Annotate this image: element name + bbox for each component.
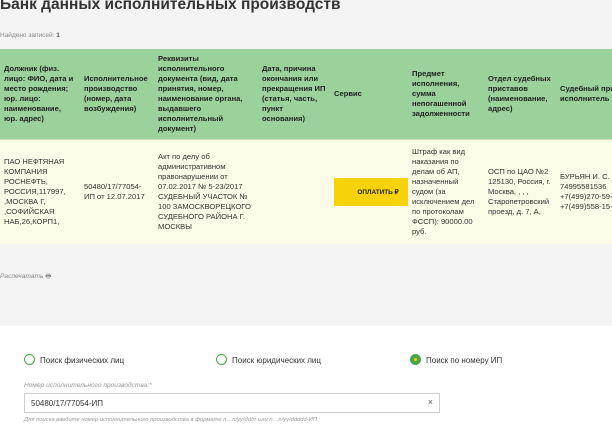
- cell-document: Акт по делу об административном правонар…: [154, 138, 258, 244]
- print-link[interactable]: Распечатать 🖶: [0, 272, 52, 283]
- records-found: Найдено записей: 1: [0, 32, 60, 39]
- close-icon[interactable]: ×: [428, 397, 433, 407]
- cell-proceeding: 50480/17/77054-ИП от 12.07.2017: [80, 138, 154, 244]
- cell-department: ОСП по ЦАО №2 125130, Россия, г. Москва,…: [484, 138, 556, 244]
- records-found-label: Найдено записей:: [0, 32, 55, 39]
- records-found-count: 1: [56, 32, 60, 39]
- radio-label: Поиск по номеру ИП: [426, 356, 503, 365]
- radio-circle-checked: [410, 354, 421, 365]
- search-panel: Поиск физических лиц Поиск юридических л…: [0, 326, 612, 434]
- header-service: Сервис: [330, 49, 408, 139]
- ip-number-input[interactable]: [25, 394, 421, 412]
- header-proceeding: Исполнительное производство (номер, дата…: [80, 49, 154, 139]
- radio-label: Поиск физических лиц: [40, 356, 125, 365]
- header-end-reason: Дата, причина окончания или прекращения …: [258, 49, 330, 139]
- radio-circle: [24, 354, 35, 365]
- header-document: Реквизиты исполнительного документа (вид…: [154, 49, 258, 139]
- cell-subject: Штраф как вид наказания по делам об АП, …: [408, 138, 484, 244]
- cell-service: ОПЛАТИТЬ ₽: [330, 138, 422, 244]
- ip-number-label: Номер исполнительного производства:*: [24, 382, 152, 389]
- header-debtor: Должник (физ. лицо: ФИО, дата и место ро…: [0, 49, 80, 139]
- printer-icon: 🖶: [45, 273, 52, 280]
- cell-bailiff: БУРЬЯН И. С. 74995581536 +7(499)270-59-4…: [556, 138, 612, 244]
- header-department: Отдел судебных приставов (наименование, …: [484, 49, 556, 139]
- header-subject: Предмет исполнения, сумма непогашенной з…: [408, 49, 484, 139]
- radio-label: Поиск юридических лиц: [232, 356, 321, 365]
- header-bailiff: Судебный пристав-исполнитель: [556, 49, 612, 139]
- print-label: Распечатать: [0, 273, 44, 280]
- page-title: Банк данных исполнительных производств: [0, 0, 341, 13]
- cell-debtor: ПАО НЕФТЯНАЯ КОМПАНИЯ РОСНЕФТЬ, РОССИЯ,1…: [0, 138, 80, 244]
- table-header-row: Должник (физ. лицо: ФИО, дата и место ро…: [0, 49, 612, 139]
- results-table: Должник (физ. лицо: ФИО, дата и место ро…: [0, 49, 612, 244]
- radio-circle: [216, 354, 227, 365]
- ip-number-field-box: ×: [24, 393, 440, 413]
- table-row: ПАО НЕФТЯНАЯ КОМПАНИЯ РОСНЕФТЬ, РОССИЯ,1…: [0, 138, 612, 244]
- cell-end-reason: [258, 138, 330, 244]
- ip-number-hint: Для поиска введите номер исполнительного…: [24, 417, 318, 423]
